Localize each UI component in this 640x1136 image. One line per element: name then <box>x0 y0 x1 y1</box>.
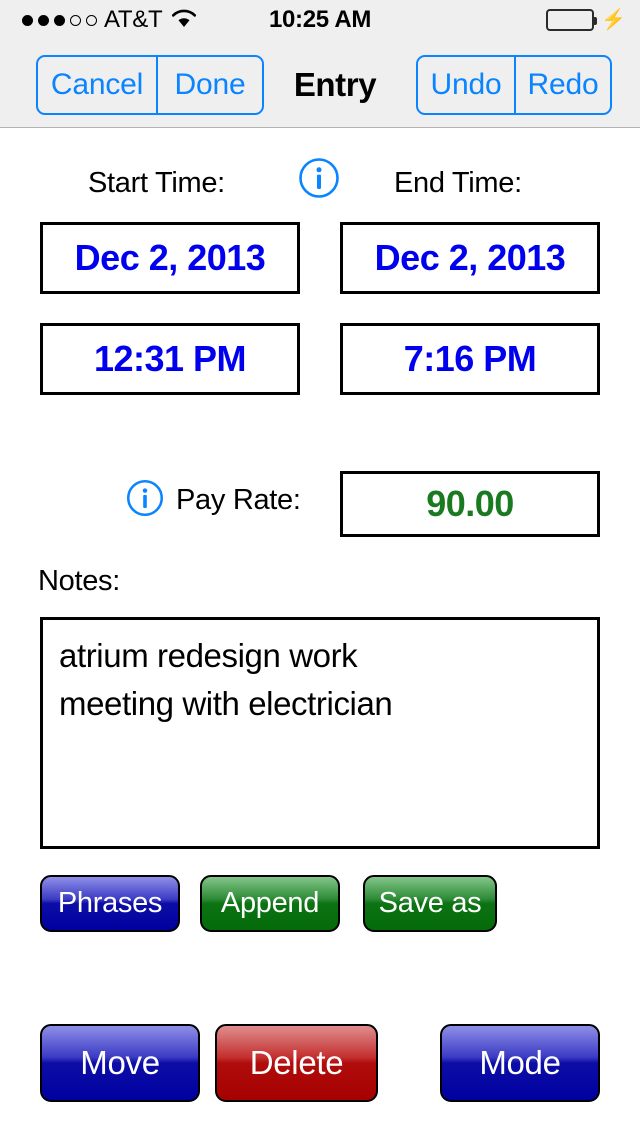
mode-button[interactable]: Mode <box>440 1024 600 1102</box>
pay-rate-label: Pay Rate: <box>176 484 301 516</box>
undo-button[interactable]: Undo <box>418 57 514 113</box>
left-segmented-control[interactable]: Cancel Done <box>36 55 264 115</box>
done-button[interactable]: Done <box>156 57 262 113</box>
pay-rate-info-circle-icon[interactable] <box>126 479 164 517</box>
delete-button[interactable]: Delete <box>215 1024 378 1102</box>
charging-bolt-icon: ⚡ <box>601 9 626 31</box>
end-date-field[interactable]: Dec 2, 2013 <box>340 222 600 294</box>
end-time-field[interactable]: 7:16 PM <box>340 323 600 395</box>
entry-form: Start Time: End Time: Dec 2, 2013 Dec 2,… <box>0 129 640 1136</box>
redo-button[interactable]: Redo <box>514 57 610 113</box>
start-date-field[interactable]: Dec 2, 2013 <box>40 222 300 294</box>
status-bar-right: ⚡ <box>546 0 626 40</box>
start-time-field[interactable]: 12:31 PM <box>40 323 300 395</box>
battery-icon <box>546 9 598 31</box>
move-button[interactable]: Move <box>40 1024 200 1102</box>
app-screen: AT&T 10:25 AM ⚡ Cancel Done Entry Undo R… <box>0 0 640 1136</box>
cancel-button[interactable]: Cancel <box>38 57 156 113</box>
navigation-bar: Cancel Done Entry Undo Redo <box>0 40 640 128</box>
pay-rate-field[interactable]: 90.00 <box>340 471 600 537</box>
times-info-circle-icon[interactable] <box>298 157 340 199</box>
right-segmented-control[interactable]: Undo Redo <box>416 55 612 115</box>
end-time-label: End Time: <box>394 167 522 199</box>
start-time-label: Start Time: <box>88 167 225 199</box>
append-button[interactable]: Append <box>200 875 340 932</box>
saveas-button[interactable]: Save as <box>363 875 497 932</box>
notes-text: atrium redesign work meeting with electr… <box>59 637 393 722</box>
page-title: Entry <box>293 66 377 103</box>
notes-label: Notes: <box>38 565 121 597</box>
status-bar-clock: 10:25 AM <box>268 6 372 33</box>
status-bar: AT&T 10:25 AM ⚡ <box>0 0 640 40</box>
phrases-button[interactable]: Phrases <box>40 875 180 932</box>
notes-textarea[interactable]: atrium redesign work meeting with electr… <box>40 617 600 849</box>
